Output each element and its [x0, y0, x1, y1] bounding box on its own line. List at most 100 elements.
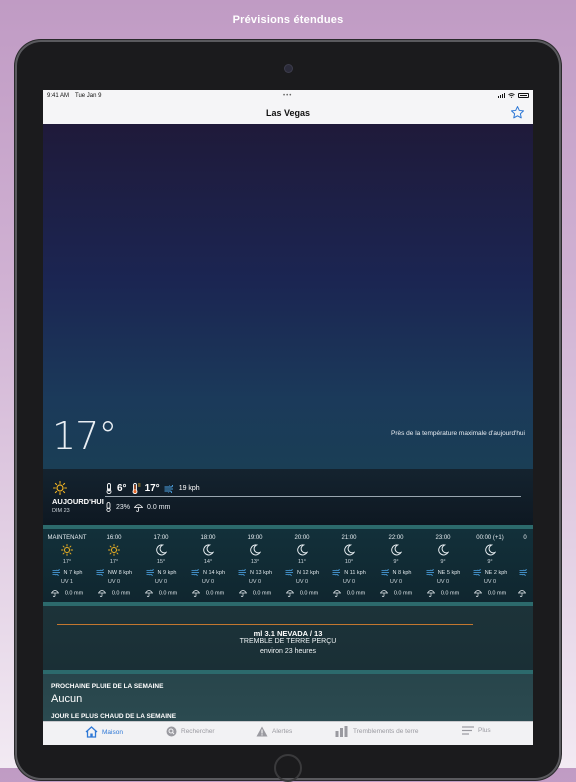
wind-icon — [96, 567, 108, 578]
hour-rain: 0.0 mm — [64, 590, 84, 597]
moon-icon — [155, 543, 168, 556]
umbrella-icon — [144, 590, 159, 598]
hour-rain: 0.0 mm — [393, 590, 413, 597]
umbrella-icon — [332, 590, 347, 598]
umbrella-icon — [134, 503, 144, 512]
hour-rain: 0.0 mm — [111, 590, 131, 597]
thermometer-low-icon — [106, 483, 112, 494]
hour-temp: 10° — [344, 559, 354, 565]
tab-label-search: Rechercher — [181, 728, 215, 735]
hour-time: 18:00 — [200, 535, 216, 541]
tab-home[interactable]: Maison — [85, 726, 123, 738]
today-wind: 19 kph — [178, 485, 200, 492]
hour-time: 0 — [523, 535, 527, 541]
banner-title: Prévisions étendues — [232, 14, 344, 26]
wind-icon — [426, 567, 438, 578]
tab-label-home: Maison — [102, 728, 123, 736]
wind-icon — [146, 567, 158, 578]
wind-icon — [381, 567, 393, 578]
quake-time: environ 23 heures — [259, 648, 317, 655]
hour-time: 20:00 — [294, 535, 310, 541]
tab-more[interactable]: Plus — [462, 726, 491, 735]
quake-title: ml 3.1 NEVADA / 13 — [253, 629, 323, 638]
umbrella-icon — [97, 590, 112, 598]
hour-temp: 14° — [203, 559, 213, 565]
today-high: 17° — [144, 483, 160, 494]
umbrella-icon — [191, 590, 206, 598]
today-rain-chance: 23% — [116, 503, 131, 511]
tab-label-earthquakes: Tremblements de terre — [353, 728, 419, 735]
hour-wind: N 12 kph — [296, 569, 319, 576]
umbrella-icon — [379, 590, 394, 598]
hour-wind: N 7 kph — [63, 569, 83, 576]
current-temperature: 17° — [52, 414, 117, 458]
star-icon[interactable] — [510, 105, 525, 120]
next-rain-value: Aucun — [51, 693, 83, 705]
hour-uv: UV 0 — [483, 579, 497, 585]
chart-bars-icon — [335, 726, 348, 737]
hour-uv: UV 0 — [436, 579, 450, 585]
moon-icon — [437, 543, 450, 556]
today-summary[interactable]: AUJOURD'HUI DIM 23 6° 17° 19 kph 23% 0.0… — [43, 469, 533, 525]
hourly-forecast[interactable]: MAINTENANT 17° N 7 kph UV 1 0.0 mm 16:00 17° NW… — [43, 529, 533, 602]
hour-time: 21:00 — [341, 535, 357, 541]
hour-time: 16:00 — [106, 535, 122, 541]
hour-rain: 0.0 mm — [205, 590, 225, 597]
hour-wind: N 14 kph — [202, 569, 225, 576]
wind-icon — [238, 567, 250, 578]
wind-icon — [332, 567, 344, 578]
multitask-dots-icon[interactable]: ••• — [283, 93, 292, 99]
page-title: Las Vegas — [265, 107, 311, 118]
wind-icon — [285, 567, 297, 578]
tab-alerts[interactable]: Alertes — [256, 726, 292, 737]
quake-subtitle: TREMBLE DE TERRE PERÇU — [239, 638, 337, 645]
app-screen: 9:41 AM Tue Jan 9 ••• Las Vegas 17° Près… — [43, 90, 533, 745]
hour-wind: NW 8 kph — [107, 569, 133, 576]
wind-icon — [519, 567, 531, 578]
wifi-icon — [508, 93, 515, 98]
wind-icon — [473, 567, 485, 578]
hour-temp: 9° — [393, 559, 399, 565]
week-summary-card[interactable]: PROCHAINE PLUIE DE LA SEMAINE Aucun JOUR… — [43, 674, 533, 721]
today-rain-amount: 0.0 mm — [147, 503, 171, 511]
hour-wind: N 13 kph — [249, 569, 272, 576]
home-button — [274, 754, 302, 782]
earthquake-card[interactable]: ml 3.1 NEVADA / 13 TREMBLE DE TERRE PERÇ… — [43, 606, 533, 670]
tab-search[interactable]: Rechercher — [166, 726, 215, 737]
umbrella-icon — [517, 590, 532, 598]
hour-time: 17:00 — [153, 535, 169, 541]
hour-uv: UV 0 — [201, 579, 215, 585]
tab-earthquakes[interactable]: Tremblements de terre — [335, 726, 419, 737]
hour-time: 19:00 — [247, 535, 263, 541]
moon-icon — [249, 543, 262, 556]
quake-line — [57, 624, 473, 625]
hour-wind: N 11 kph — [344, 569, 366, 576]
sun-icon — [108, 543, 120, 556]
moon-icon — [390, 543, 403, 556]
hour-temp: 17° — [62, 559, 72, 565]
tab-label-more: Plus — [478, 727, 491, 734]
temperature-note: Près de la température maximale d'aujour… — [391, 430, 525, 437]
wind-icon — [52, 567, 64, 578]
hour-uv: UV 0 — [389, 579, 403, 585]
camera-icon — [285, 65, 292, 72]
thermometer-high-icon — [132, 483, 141, 494]
search-icon — [166, 726, 177, 737]
hour-rain: 0.0 mm — [440, 590, 460, 597]
hour-temp: 13° — [250, 559, 260, 565]
today-label: AUJOURD'HUI — [52, 497, 104, 506]
hour-wind: N 9 kph — [157, 569, 177, 576]
today-low: 6° — [117, 483, 127, 494]
wind-icon — [164, 484, 173, 493]
hour-uv: UV 0 — [154, 579, 168, 585]
umbrella-icon — [238, 590, 253, 598]
hour-rain: 0.0 mm — [346, 590, 366, 597]
hour-uv: UV 0 — [342, 579, 356, 585]
moon-icon — [296, 543, 309, 556]
tab-label-alerts: Alertes — [272, 728, 293, 735]
hour-time: MAINTENANT — [47, 535, 87, 541]
wind-icon — [191, 567, 203, 578]
hour-wind: NE 5 kph — [437, 569, 461, 576]
hour-temp: 9° — [487, 559, 493, 565]
hour-rain: 0.0 mm — [299, 590, 319, 597]
